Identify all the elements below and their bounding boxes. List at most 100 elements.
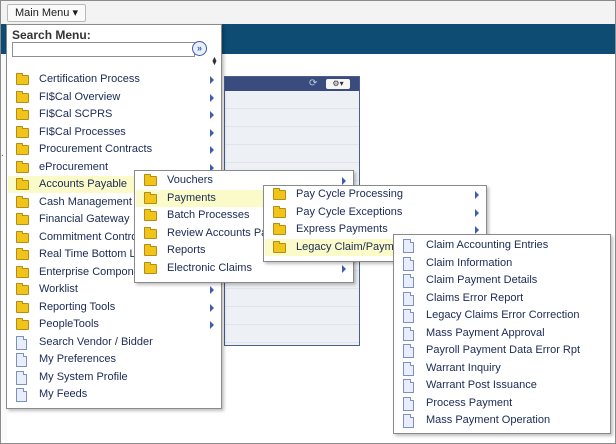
- folder-icon: [16, 108, 29, 120]
- gear-icon[interactable]: ⚙▾: [326, 79, 350, 89]
- sort-icon[interactable]: ▲ ▼: [211, 56, 218, 67]
- search-menu-input[interactable]: [12, 42, 195, 57]
- top-navigation-bar: Main Menu ▾: [1, 1, 615, 25]
- folder-icon: [16, 283, 29, 295]
- menu-item-mass-payment-operation[interactable]: Mass Payment Operation: [395, 412, 609, 429]
- chevron-right-icon: [475, 226, 479, 234]
- folder-icon: [16, 318, 29, 330]
- pagelet-header: ⟳ ⚙▾: [225, 77, 359, 91]
- menu-item-peopletools[interactable]: PeopleTools: [8, 316, 220, 333]
- folder-icon: [16, 300, 29, 313]
- document-icon: [403, 396, 414, 411]
- menu-item-my-feeds[interactable]: My Feeds: [8, 386, 220, 403]
- document-icon: [403, 291, 414, 306]
- menu-item-label: PeopleTools: [39, 318, 99, 330]
- menu-item-label: Reporting Tools: [39, 300, 116, 313]
- chevron-right-icon: [210, 128, 214, 137]
- menu-item-warrant-post-issuance[interactable]: Warrant Post Issuance: [395, 377, 609, 394]
- menu-item-pay-cycle-processing[interactable]: Pay Cycle Processing: [265, 186, 485, 203]
- menu-item-claim-accounting-entries[interactable]: Claim Accounting Entries: [395, 237, 609, 254]
- menu-item-label: Claim Information: [426, 256, 513, 269]
- menu-item-fi-cal-overview[interactable]: FI$Cal Overview: [8, 89, 220, 106]
- folder-icon: [16, 248, 29, 260]
- menu-item-my-preferences[interactable]: My Preferences: [8, 351, 220, 368]
- main-menu-button[interactable]: Main Menu ▾: [7, 4, 86, 22]
- menu-item-procurement-contracts[interactable]: Procurement Contracts: [8, 141, 220, 158]
- menu-item-label: Process Payment: [426, 396, 513, 409]
- menu-item-search-vendor-bidder[interactable]: Search Vendor / Bidder: [8, 334, 220, 351]
- menu-item-my-system-profile[interactable]: My System Profile: [8, 369, 220, 386]
- menu-item-label: My Preferences: [39, 353, 117, 365]
- menu-item-label: Claim Accounting Entries: [426, 239, 549, 251]
- folder-icon: [144, 174, 157, 186]
- menu-item-label: Warrant Inquiry: [426, 361, 501, 374]
- chevron-right-icon: [210, 93, 214, 102]
- menu-item-label: Pay Cycle Processing: [296, 188, 403, 200]
- menu-item-pay-cycle-exceptions[interactable]: Pay Cycle Exceptions: [265, 204, 485, 221]
- chevron-right-icon: [342, 177, 346, 185]
- menu-item-warrant-inquiry[interactable]: Warrant Inquiry: [395, 360, 609, 377]
- menu-item-reporting-tools[interactable]: Reporting Tools: [8, 299, 220, 316]
- folder-icon: [144, 209, 157, 221]
- folder-icon: [273, 205, 286, 218]
- menu-item-label: Mass Payment Operation: [426, 414, 551, 426]
- document-icon: [403, 379, 414, 393]
- chevron-right-icon: [475, 208, 479, 217]
- document-icon: [403, 274, 414, 288]
- folder-icon: [273, 240, 286, 253]
- chevron-right-icon: [210, 76, 214, 84]
- menu-item-label: FI$Cal Processes: [39, 125, 126, 138]
- chevron-right-icon: [210, 111, 214, 119]
- legacy-claim-payment-submenu: Claim Accounting Entries Claim Informatio…: [393, 234, 611, 434]
- menu-item-claims-error-report[interactable]: Claims Error Report: [395, 290, 609, 307]
- menu-item-label: Mass Payment Approval: [426, 326, 545, 339]
- menu-item-label: Claim Payment Details: [426, 274, 538, 286]
- search-go-icon[interactable]: »: [192, 41, 207, 56]
- menu-item-label: Claims Error Report: [426, 291, 524, 304]
- folder-icon: [16, 213, 29, 225]
- menu-item-certification-process[interactable]: Certification Process: [8, 71, 220, 88]
- menu-item-claim-payment-details[interactable]: Claim Payment Details: [395, 272, 609, 289]
- document-icon: [16, 335, 27, 350]
- menu-item-label: My Feeds: [39, 388, 88, 400]
- document-icon: [403, 344, 414, 358]
- menu-item-label: Legacy Claims Error Correction: [426, 309, 580, 321]
- folder-icon: [16, 90, 29, 103]
- refresh-icon[interactable]: ⟳: [309, 78, 317, 89]
- menu-item-label: Search Vendor / Bidder: [39, 335, 153, 348]
- document-icon: [403, 256, 414, 271]
- chevron-right-icon: [210, 146, 214, 154]
- document-icon: [403, 239, 414, 253]
- folder-icon: [16, 230, 29, 243]
- search-menu-title: Search Menu:: [12, 28, 91, 42]
- menu-item-payroll-payment-data-error-rpt[interactable]: Payroll Payment Data Error Rpt: [395, 342, 609, 359]
- menu-item-claim-information[interactable]: Claim Information: [395, 255, 609, 272]
- folder-icon: [144, 226, 157, 239]
- menu-item-electronic-claims[interactable]: Electronic Claims: [136, 260, 352, 277]
- chevron-right-icon: [210, 321, 214, 329]
- menu-item-label: Worklist: [39, 283, 78, 295]
- menu-item-worklist[interactable]: Worklist: [8, 281, 220, 298]
- menu-item-label: Certification Process: [39, 73, 140, 85]
- folder-icon: [16, 73, 29, 85]
- menu-item-fi-cal-scprs[interactable]: FI$Cal SCPRS: [8, 106, 220, 123]
- folder-icon: [144, 191, 157, 204]
- menu-item-fi-cal-processes[interactable]: FI$Cal Processes: [8, 124, 220, 141]
- document-icon: [16, 388, 27, 402]
- menu-item-legacy-claims-error-correction[interactable]: Legacy Claims Error Correction: [395, 307, 609, 324]
- folder-icon: [16, 143, 29, 155]
- menu-item-label: FI$Cal SCPRS: [39, 108, 113, 120]
- menu-item-process-payment[interactable]: Process Payment: [395, 395, 609, 412]
- folder-icon: [16, 125, 29, 138]
- document-icon: [403, 309, 414, 323]
- document-icon: [403, 414, 414, 428]
- document-icon: [16, 370, 27, 385]
- document-icon: [403, 326, 414, 341]
- folder-icon: [144, 261, 157, 274]
- folder-icon: [16, 160, 29, 173]
- chevron-right-icon: [210, 286, 214, 294]
- folder-icon: [273, 223, 286, 235]
- menu-item-mass-payment-approval[interactable]: Mass Payment Approval: [395, 325, 609, 342]
- menu-item-label: Pay Cycle Exceptions: [296, 205, 403, 218]
- menu-item-label: FI$Cal Overview: [39, 90, 121, 103]
